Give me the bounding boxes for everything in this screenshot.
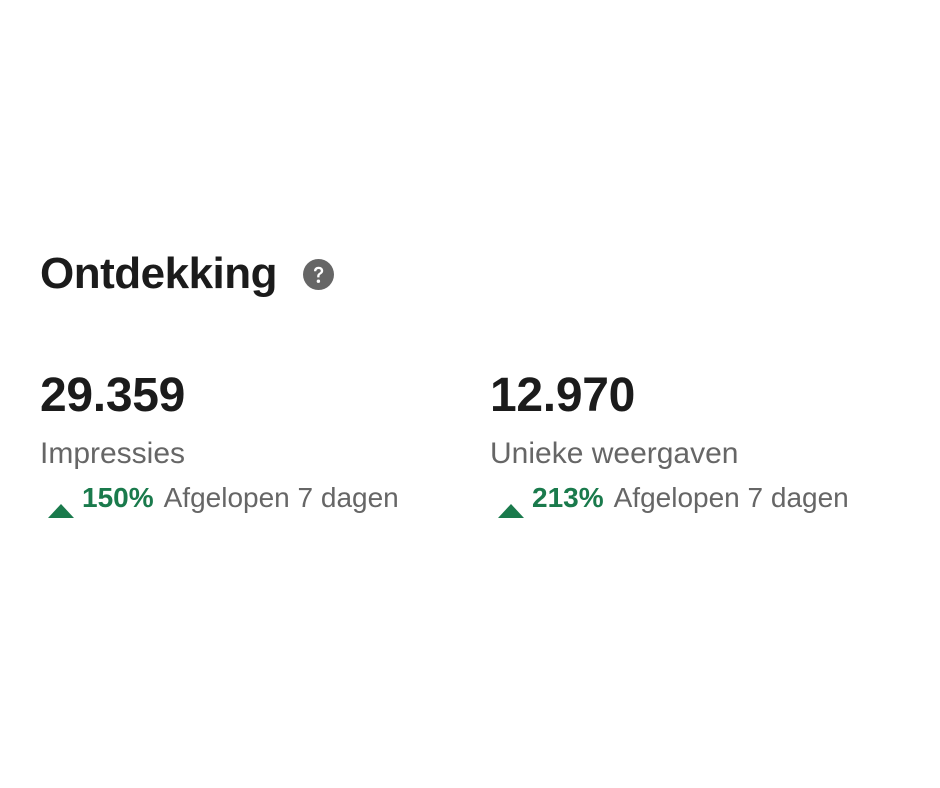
metric-unique-views[interactable]: 12.970 Unieke weergaven 213% Afgelopen 7… — [490, 368, 930, 518]
metric-label: Unieke weergaven — [490, 437, 739, 470]
trend-percentage: 213% — [532, 482, 604, 513]
trend-period: Afgelopen 7 dagen — [163, 482, 399, 513]
trend-period: Afgelopen 7 dagen — [613, 482, 849, 513]
trend-percentage: 150% — [82, 482, 154, 513]
section-title: Ontdekking — [40, 249, 278, 298]
trend-indicator: 213% Afgelopen 7 dagen — [490, 480, 930, 518]
triangle-up-icon — [498, 491, 524, 518]
trend-indicator: 150% Afgelopen 7 dagen — [40, 480, 480, 518]
triangle-up-icon — [48, 491, 74, 518]
section-header: Ontdekking — [40, 248, 335, 300]
metric-value: 29.359 — [40, 369, 186, 422]
metric-impressions[interactable]: 29.359 Impressies 150% Afgelopen 7 dagen — [40, 368, 480, 518]
question-circle-icon[interactable] — [303, 258, 335, 290]
metric-value: 12.970 — [490, 369, 636, 422]
metric-label: Impressies — [40, 437, 186, 470]
